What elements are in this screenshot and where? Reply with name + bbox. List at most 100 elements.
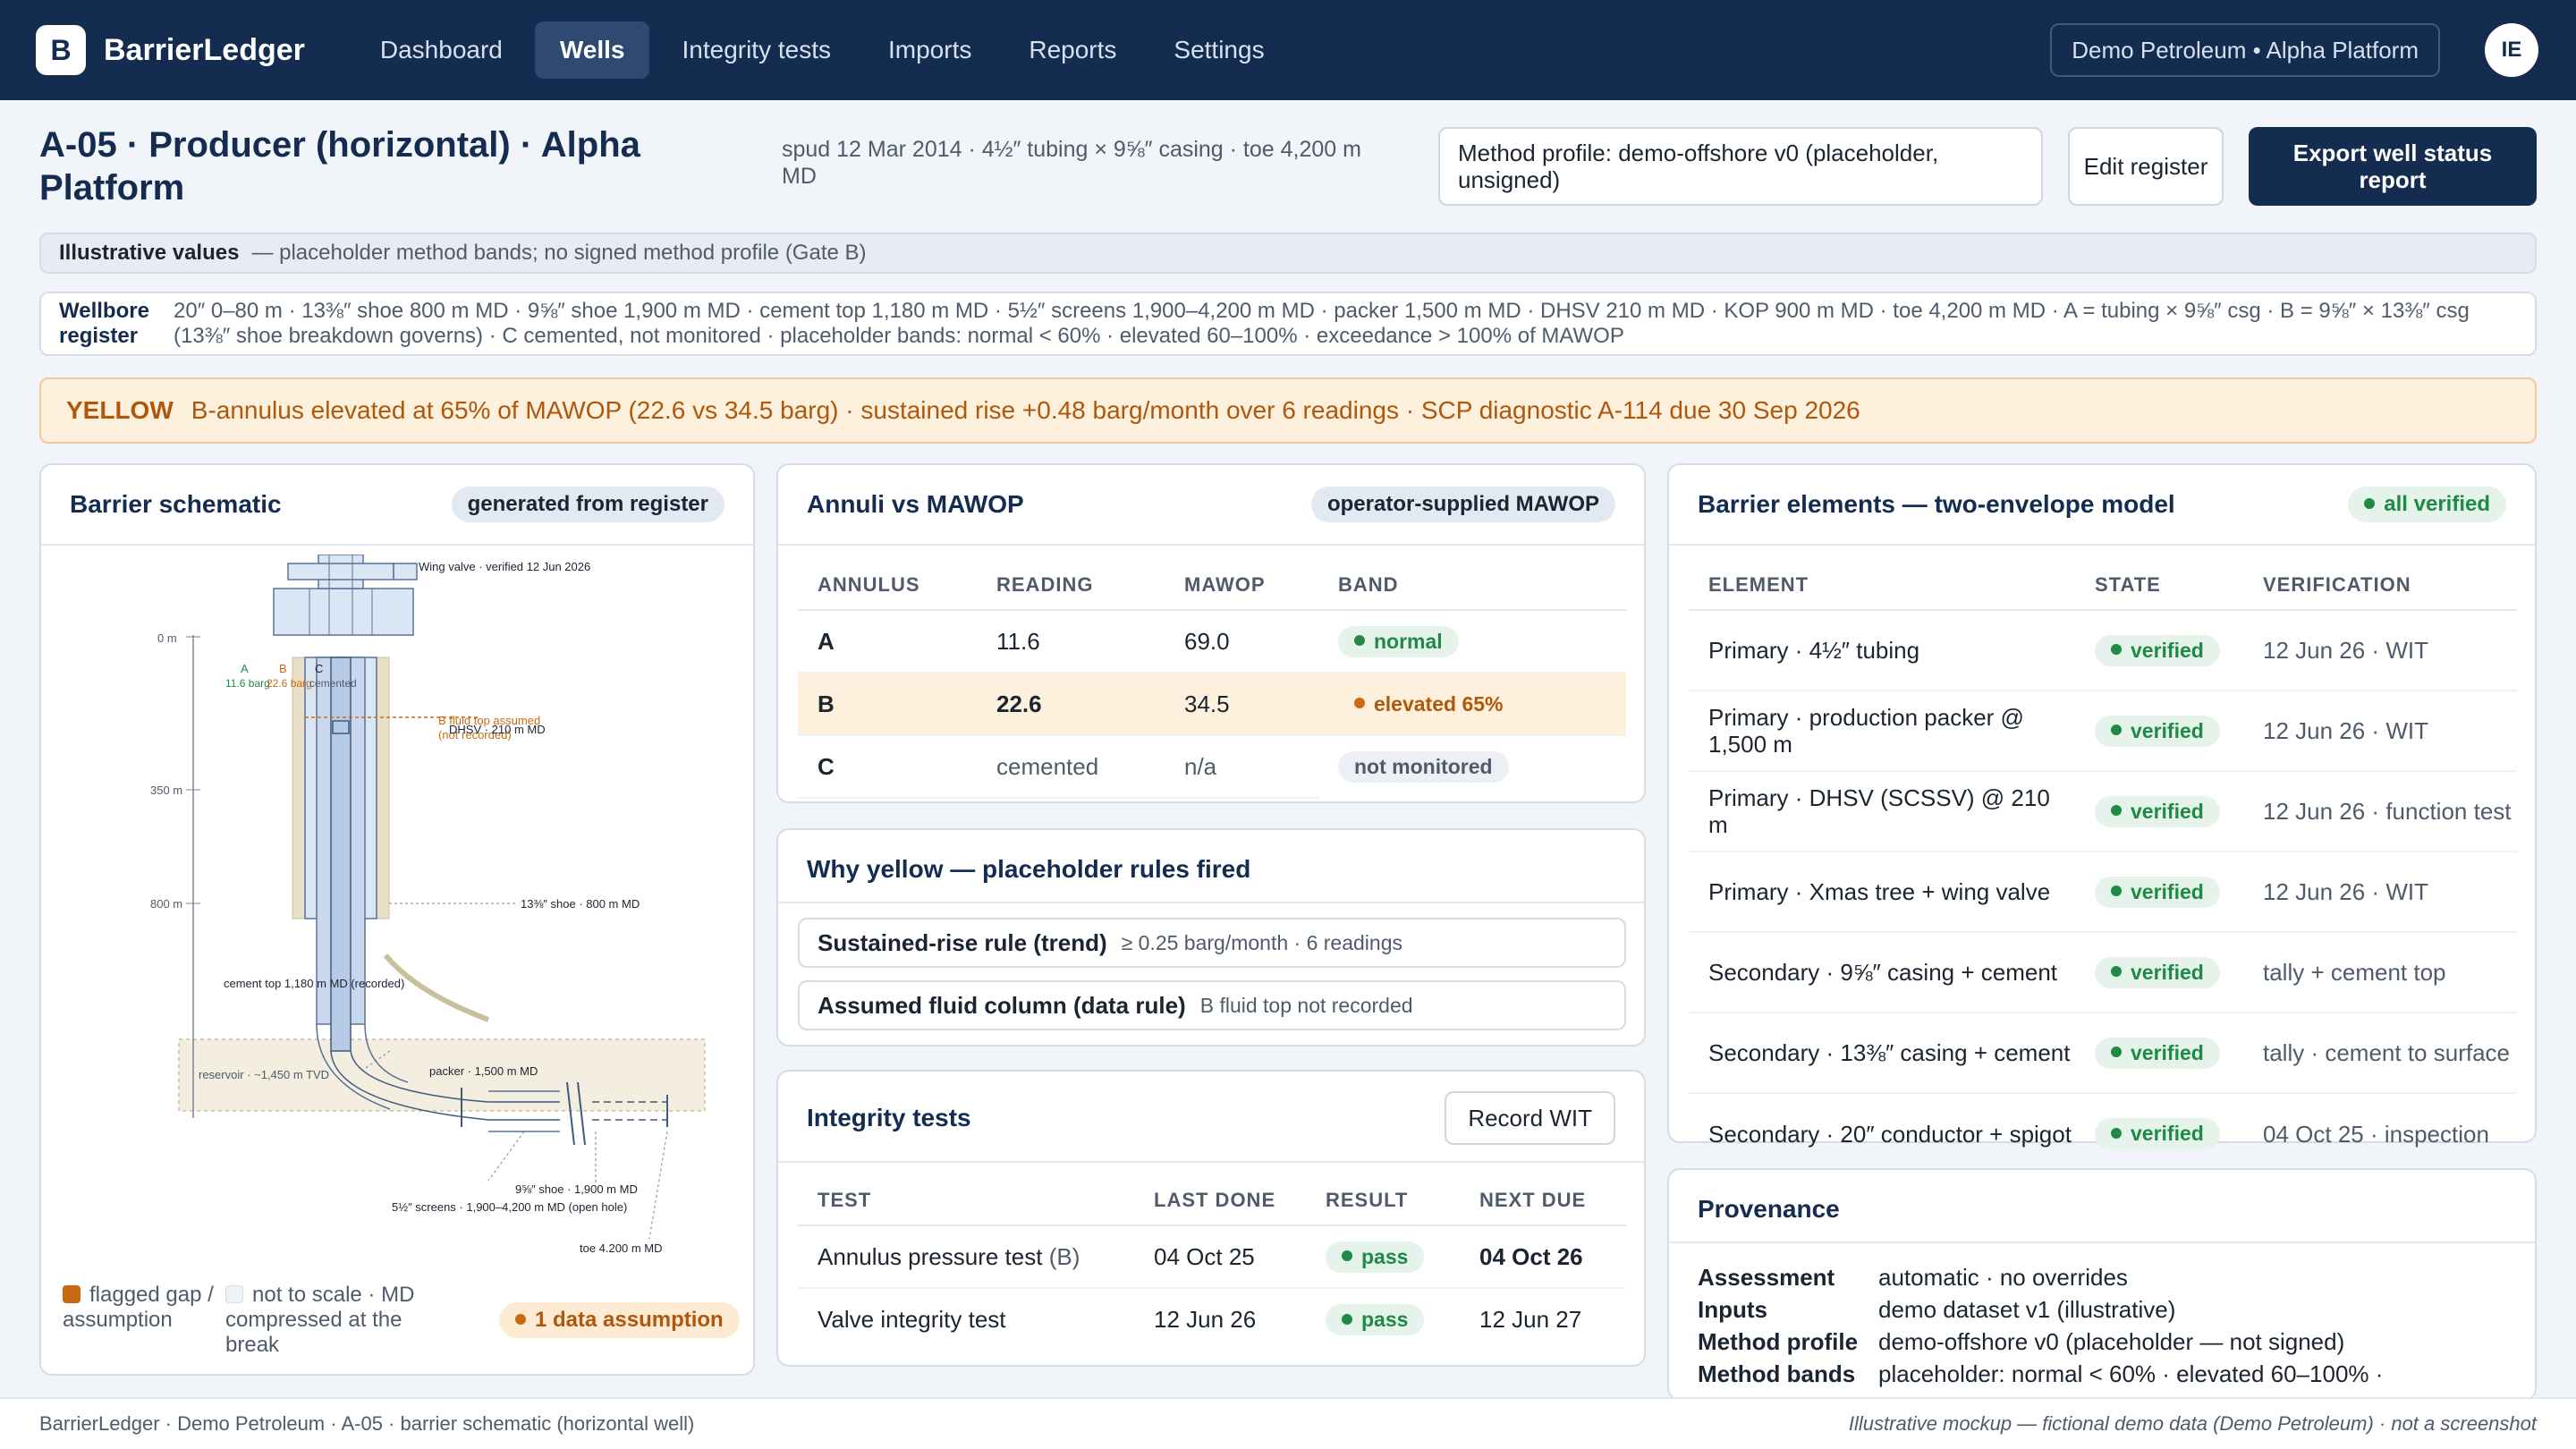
divider	[778, 544, 1644, 546]
element-cell: Primary · production packer @ 1,500 m	[1689, 691, 2075, 772]
table-row[interactable]: B 22.6 34.5 elevated 65%	[798, 673, 1626, 736]
element-cell: Primary · DHSV (SCSSV) @ 210 m	[1689, 771, 2075, 852]
barrier-schematic-panel: Barrier schematic generated from registe…	[39, 463, 755, 1376]
wellbore-register: Wellbore register 20″ 0–80 m · 13⅜″ shoe…	[39, 292, 2537, 356]
nav-wells[interactable]: Wells	[534, 21, 650, 79]
wellbore-schematic[interactable]: 0 m 350 m 800 m Wing valve · verified 12…	[95, 555, 721, 1252]
leader	[648, 1131, 668, 1240]
annuli-panel: Annuli vs MAWOP operator-supplied MAWOP …	[776, 463, 1646, 803]
table-row[interactable]: Secondary · 9⅝″ casing + cement verified t…	[1689, 932, 2517, 1013]
edit-register-button[interactable]: Edit register	[2068, 127, 2224, 206]
col-annulus: ANNULUS	[798, 560, 977, 611]
element-cell: Secondary · 9⅝″ casing + cement	[1689, 932, 2075, 1013]
generated-badge: generated from register	[451, 487, 724, 522]
cement-outer	[376, 657, 390, 919]
scale-swatch	[225, 1284, 243, 1303]
why-yellow-panel: Why yellow — placeholder rules fired Sus…	[776, 828, 1646, 1046]
annulus-c-value: cemented	[309, 677, 357, 690]
alert-text: B-annulus elevated at 65% of MAWOP (22.6…	[191, 396, 1860, 424]
nav-integrity-tests[interactable]: Integrity tests	[657, 21, 856, 79]
alert-level: YELLOW	[66, 396, 174, 424]
all-verified-badge: all verified	[2348, 487, 2506, 522]
rule-name: Assumed fluid column (data rule)	[818, 991, 1186, 1019]
tenant-selector[interactable]: Demo Petroleum • Alpha Platform	[2050, 23, 2440, 77]
next-due-cell: 04 Oct 26	[1460, 1225, 1626, 1289]
tubing	[330, 657, 352, 1052]
data-assumption-badge[interactable]: 1 data assumption	[499, 1302, 740, 1338]
verification-cell: 12 Jun 26 · WIT	[2243, 852, 2517, 933]
app-name[interactable]: BarrierLedger	[104, 33, 305, 68]
user-avatar[interactable]: IE	[2485, 23, 2538, 77]
band-badge: not monitored	[1338, 751, 1509, 783]
reading-cell: 11.6	[977, 610, 1165, 674]
element-cell: Primary · Xmas tree + wing valve	[1689, 852, 2075, 933]
app-logo[interactable]: B	[36, 25, 86, 75]
mawop-cell: 69.0	[1165, 610, 1318, 674]
next-due-cell: 12 Jun 27	[1479, 1306, 1582, 1333]
table-row[interactable]: Secondary · 13⅜″ casing + cement verified…	[1689, 1013, 2517, 1094]
col-result: RESULT	[1306, 1175, 1460, 1226]
method-profile-selector[interactable]: Method profile: demo-offshore v0 (placeh…	[1438, 127, 2043, 206]
element-cell: Primary · 4½″ tubing	[1689, 610, 2075, 691]
table-row[interactable]: Primary · Xmas tree + wing valve verified…	[1689, 852, 2517, 933]
table-row[interactable]: Primary · DHSV (SCSSV) @ 210 m verified 12…	[1689, 771, 2517, 852]
table-row[interactable]: Primary · production packer @ 1,500 m ver…	[1689, 691, 2517, 772]
annulus-cell: A	[798, 610, 977, 674]
record-wit-button[interactable]: Record WIT	[1445, 1091, 1615, 1145]
state-badge: verified	[2095, 795, 2220, 827]
nav-reports[interactable]: Reports	[1004, 21, 1141, 79]
annulus-a-value: 11.6 barg	[225, 677, 270, 690]
panel-title: Barrier elements — two-envelope model	[1698, 490, 2175, 518]
rule-name: Sustained-rise rule (trend)	[818, 928, 1107, 956]
depth-800-label: 800 m	[150, 897, 182, 911]
export-report-button[interactable]: Export well status report	[2249, 127, 2537, 206]
illustrative-banner: Illustrative values — placeholder method…	[39, 233, 2537, 274]
col-element: ELEMENT	[1689, 560, 2075, 611]
nav-dashboard[interactable]: Dashboard	[355, 21, 528, 79]
verification-cell: 12 Jun 26 · WIT	[2243, 610, 2517, 691]
well-meta: spud 12 Mar 2014 · 4½″ tubing × 9⅝″ casi…	[782, 137, 1361, 189]
page-footer: BarrierLedger · Demo Petroleum · A-05 · …	[0, 1397, 2576, 1449]
table-row[interactable]: Valve integrity test 12 Jun 26 pass 12 J…	[798, 1288, 1626, 1351]
state-badge: verified	[2095, 956, 2220, 988]
main-nav: Dashboard Wells Integrity tests Imports …	[355, 21, 1290, 79]
illustrative-label: Illustrative values	[59, 241, 240, 265]
prov-key: Method bands	[1698, 1360, 1856, 1387]
divider	[41, 544, 753, 546]
flagged-swatch	[63, 1284, 80, 1303]
table-row[interactable]: Secondary · 20″ conductor + spigot verifi…	[1689, 1093, 2517, 1174]
dhsv-label: DHSV · 210 m MD	[449, 723, 546, 736]
tests-table: TEST LAST DONE RESULT NEXT DUE Annulus p…	[798, 1175, 1626, 1351]
toe-label: toe 4,200 m MD	[580, 1241, 663, 1252]
panel-title: Annuli vs MAWOP	[807, 490, 1024, 518]
divider	[778, 1161, 1644, 1163]
verification-cell: tally + cement top	[2243, 932, 2517, 1013]
wellhead	[273, 588, 414, 636]
wing-valve-label: Wing valve · verified 12 Jun 2026	[419, 560, 590, 573]
mawop-cell: 34.5	[1165, 673, 1318, 736]
table-row[interactable]: A 11.6 69.0 normal	[798, 610, 1626, 674]
table-header-row: TEST LAST DONE RESULT NEXT DUE	[798, 1175, 1626, 1226]
status-alert: YELLOW B-annulus elevated at 65% of MAWO…	[39, 377, 2537, 444]
table-row[interactable]: Annulus pressure test (B) 04 Oct 25 pass…	[798, 1225, 1626, 1289]
depth-350-label: 350 m	[150, 784, 182, 797]
table-row[interactable]: C cemented n/a not monitored	[798, 735, 1626, 799]
provenance-row: Method profile demo-offshore v0 (placehol…	[1698, 1326, 2512, 1358]
illustrative-text: — placeholder method bands; no signed me…	[251, 241, 867, 265]
provenance-panel: Provenance Assessment automatic · no over…	[1667, 1168, 2537, 1401]
prov-value: demo-offshore v0 (placeholder — not sign…	[1878, 1328, 2345, 1355]
footer-right: Illustrative mockup — fictional demo dat…	[1848, 1412, 2537, 1435]
element-cell: Secondary · 13⅜″ casing + cement	[1689, 1013, 2075, 1094]
nav-imports[interactable]: Imports	[863, 21, 996, 79]
rule-row-trend[interactable]: Sustained-rise rule (trend) ≥ 0.25 barg/…	[798, 918, 1626, 968]
leader	[487, 1131, 525, 1182]
footer-left: BarrierLedger · Demo Petroleum · A-05 · …	[39, 1412, 695, 1435]
divider	[778, 902, 1644, 903]
table-row[interactable]: Primary · 4½″ tubing verified 12 Jun 26 · …	[1689, 610, 2517, 691]
divider	[1669, 1241, 2535, 1243]
test-suffix: (B)	[1048, 1242, 1080, 1270]
rule-row-fluid[interactable]: Assumed fluid column (data rule) B fluid…	[798, 980, 1626, 1030]
nav-settings[interactable]: Settings	[1148, 21, 1289, 79]
depth-0-label: 0 m	[157, 631, 177, 645]
provenance-row: Assessment automatic · no overrides	[1698, 1261, 2512, 1293]
